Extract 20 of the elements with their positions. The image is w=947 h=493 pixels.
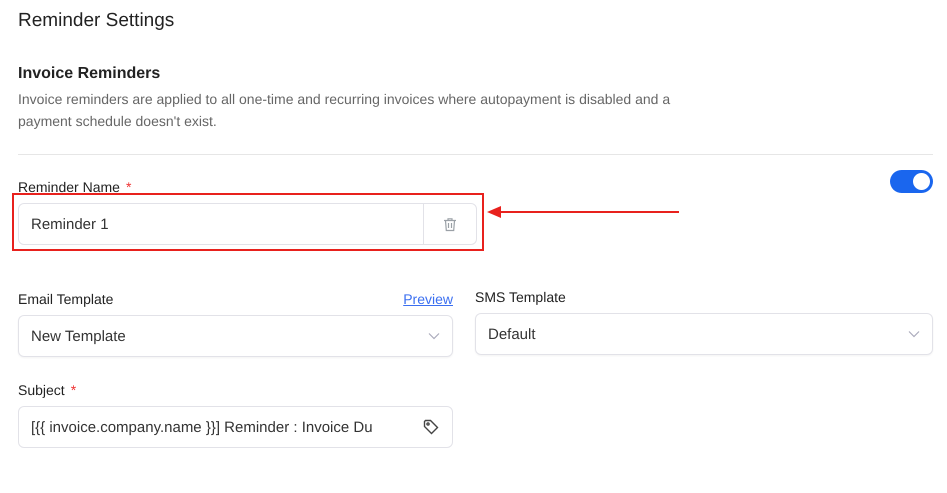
page-title: Reminder Settings bbox=[18, 10, 176, 32]
tag-icon bbox=[423, 419, 439, 435]
chevron-down-icon bbox=[428, 332, 440, 340]
field-label: Reminder Name bbox=[18, 179, 120, 195]
field-label: SMS Template bbox=[475, 289, 566, 305]
chevron-down-icon bbox=[908, 330, 920, 338]
section-heading: Invoice Reminders bbox=[18, 65, 162, 83]
sms-template-select[interactable]: Default bbox=[475, 313, 933, 355]
section-description: Invoice reminders are applied to all one-time and recurring invoices where autopayment is disabled and a payment schedule doesn't exist. bbox=[18, 90, 672, 131]
delete-button[interactable] bbox=[423, 203, 477, 245]
preview-link[interactable]: Preview bbox=[403, 291, 453, 307]
subject-field[interactable]: [{{ invoice.company.name }}] Reminder : Invoice Du bbox=[18, 406, 453, 448]
toggle-switch[interactable] bbox=[890, 170, 933, 193]
field-label: Email Template bbox=[18, 291, 114, 307]
field-label: Subject bbox=[18, 382, 65, 398]
email-template-select[interactable]: New Template bbox=[18, 315, 453, 357]
required-mark: * bbox=[126, 179, 132, 195]
trash-icon bbox=[443, 216, 457, 232]
reminder-name-field[interactable]: Reminder 1 bbox=[18, 203, 423, 245]
required-mark: * bbox=[70, 382, 76, 398]
